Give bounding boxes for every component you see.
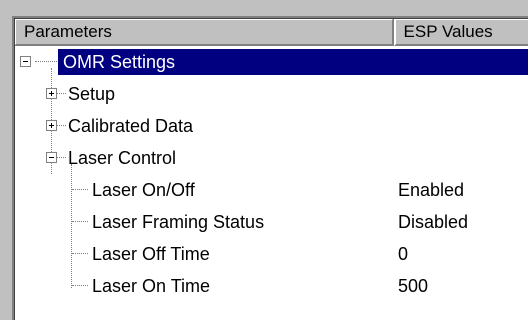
parameters-tree[interactable]: Parameters ESP Values OMR Settings Setup… (12, 16, 528, 320)
param-label: Laser On Time (92, 276, 211, 296)
param-row-laser-on-off[interactable]: Laser On/Off Enabled (14, 174, 528, 206)
tree-node-laser-control[interactable]: Laser Control (14, 142, 528, 174)
tree-node-label: Calibrated Data (68, 116, 194, 136)
param-row-laser-framing-status[interactable]: Laser Framing Status Disabled (14, 206, 528, 238)
tree-node-label: OMR Settings (63, 52, 176, 72)
param-value[interactable]: Disabled (398, 209, 468, 235)
tree-node-label: Laser Control (68, 148, 177, 168)
column-header: Parameters ESP Values (14, 18, 528, 46)
tree-node-calibrated-data[interactable]: Calibrated Data (14, 110, 528, 142)
tree-rows: OMR Settings Setup Calibrated Data Laser… (14, 46, 528, 302)
column-header-parameters[interactable]: Parameters (14, 18, 394, 46)
param-label: Laser Framing Status (92, 212, 265, 232)
parameters-panel: Parameters ESP Values OMR Settings Setup… (0, 0, 528, 320)
expand-icon[interactable] (46, 120, 57, 131)
param-label: Laser Off Time (92, 244, 210, 264)
tree-node-setup[interactable]: Setup (14, 78, 528, 110)
collapse-icon[interactable] (46, 152, 57, 163)
collapse-icon[interactable] (20, 56, 31, 67)
tree-node-label: Setup (68, 84, 116, 104)
tree-node-omr-settings[interactable]: OMR Settings (14, 46, 528, 78)
param-row-laser-on-time[interactable]: Laser On Time 500 (14, 270, 528, 302)
param-label: Laser On/Off (92, 180, 195, 200)
param-value[interactable]: 500 (398, 273, 428, 299)
param-row-laser-off-time[interactable]: Laser Off Time 0 (14, 238, 528, 270)
param-value[interactable]: Enabled (398, 177, 464, 203)
param-value[interactable]: 0 (398, 241, 408, 267)
column-header-esp-values[interactable]: ESP Values (393, 18, 528, 46)
expand-icon[interactable] (46, 88, 57, 99)
